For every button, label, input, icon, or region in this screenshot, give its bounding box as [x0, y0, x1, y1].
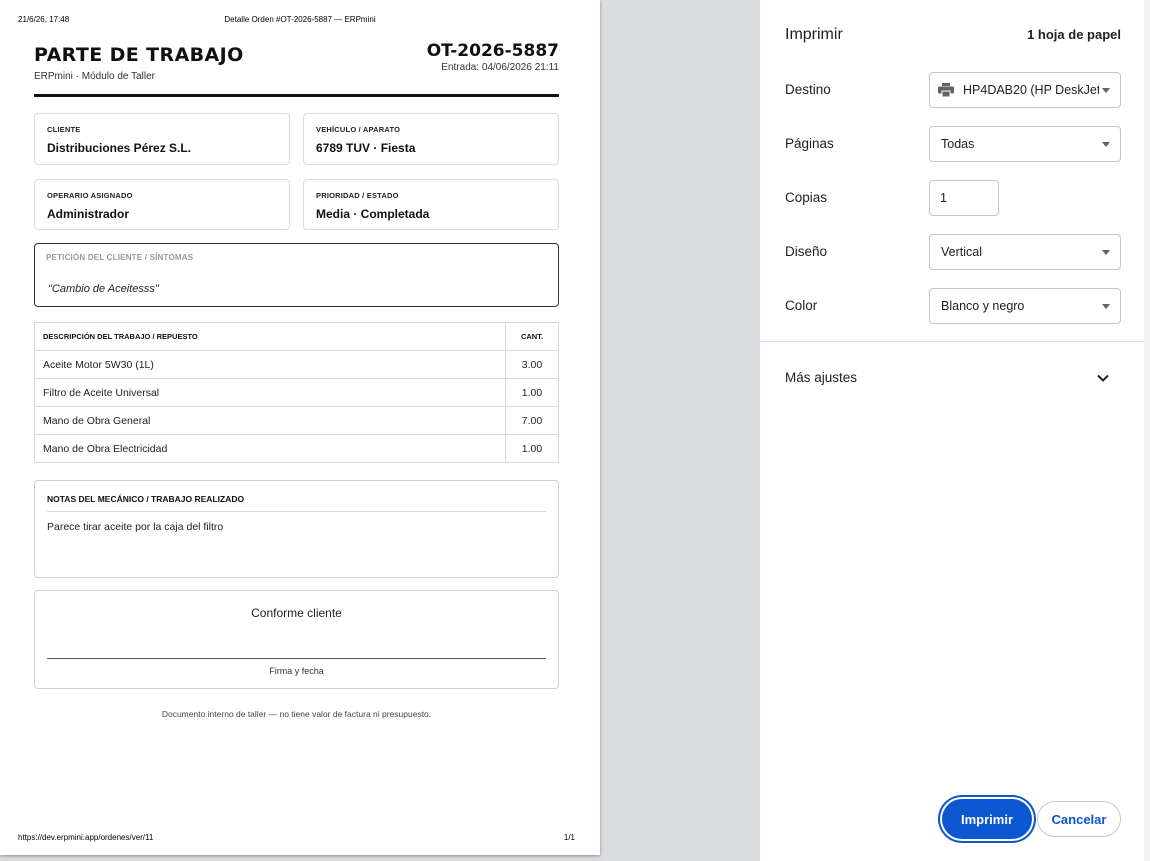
item-quantity: 3.00 [505, 350, 559, 379]
operator-label: OPERARIO ASIGNADO [47, 191, 133, 200]
cancel-button[interactable]: Cancelar [1037, 801, 1121, 837]
destination-select[interactable]: HP4DAB20 (HP DeskJet [929, 72, 1121, 108]
description-header: DESCRIPCIÓN DEL TRABAJO / REPUESTO [34, 322, 506, 351]
document-subtitle: ERPmini · Módulo de Taller [34, 71, 155, 82]
print-button[interactable]: Imprimir [942, 799, 1032, 839]
signature-line [47, 658, 546, 659]
vehicle-value: 6789 TUV · Fiesta [316, 141, 416, 155]
footer-url: https://dev.erpmini.app/ordenes/ver/11 [18, 833, 154, 842]
item-quantity: 1.00 [505, 378, 559, 407]
header-divider [34, 94, 559, 97]
operator-value: Administrador [47, 207, 130, 221]
table-row: Aceite Motor 5W30 (1L) 3.00 [34, 350, 559, 379]
layout-value: Vertical [941, 245, 982, 259]
sheet-count: 1 hoja de papel [1027, 27, 1121, 42]
item-description: Filtro de Aceite Universal [34, 378, 506, 407]
table-header-row: DESCRIPCIÓN DEL TRABAJO / REPUESTO CANT. [34, 322, 559, 351]
item-description: Mano de Obra General [34, 406, 506, 435]
notes-label: NOTAS DEL MECÁNICO / TRABAJO REALIZADO [47, 494, 245, 504]
color-value: Blanco y negro [941, 299, 1025, 313]
copies-label: Copias [785, 190, 828, 205]
client-value: Distribuciones Pérez S.L. [47, 141, 192, 155]
pages-select[interactable]: Todas [929, 126, 1121, 162]
expand-chevron-icon[interactable] [1096, 371, 1110, 385]
mechanic-notes-box: NOTAS DEL MECÁNICO / TRABAJO REALIZADO P… [34, 480, 559, 578]
request-text: "Cambio de Aceitesss" [48, 283, 159, 295]
chevron-down-icon [1102, 142, 1110, 147]
color-label: Color [785, 298, 818, 313]
pages-label: Páginas [785, 136, 834, 151]
client-label: CLIENTE [47, 125, 81, 134]
operator-card: OPERARIO ASIGNADO Administrador [34, 179, 290, 230]
preview-page: 21/6/26, 17:48 Detalle Orden #OT-2026-58… [0, 0, 600, 855]
priority-card: PRIORIDAD / ESTADO Media · Completada [303, 179, 559, 230]
header-page-title: Detalle Orden #OT-2026-5887 — ERPmini [224, 15, 376, 24]
customer-request-box: PETICIÓN DEL CLIENTE / SÍNTOMAS "Cambio … [34, 243, 559, 307]
destination-value: HP4DAB20 (HP DeskJet [963, 83, 1099, 97]
item-description: Aceite Motor 5W30 (1L) [34, 350, 506, 379]
chevron-down-icon [1102, 250, 1110, 255]
chevron-down-icon [1102, 304, 1110, 309]
disclaimer-text: Documento interno de taller — no tiene v… [161, 709, 432, 719]
item-quantity: 1.00 [505, 434, 559, 463]
layout-select[interactable]: Vertical [929, 234, 1121, 270]
pages-value: Todas [941, 137, 975, 151]
table-row: Mano de Obra Electricidad 1.00 [34, 434, 559, 463]
order-number: OT-2026-5887 [426, 41, 559, 61]
client-card: CLIENTE Distribuciones Pérez S.L. [34, 113, 290, 165]
request-label: PETICIÓN DEL CLIENTE / SÍNTOMAS [46, 253, 194, 262]
layout-label: Diseño [785, 244, 828, 259]
items-table: DESCRIPCIÓN DEL TRABAJO / REPUESTO CANT.… [34, 322, 559, 463]
quantity-header: CANT. [505, 322, 559, 351]
destination-label: Destino [785, 82, 831, 97]
more-settings-toggle[interactable]: Más ajustes [785, 370, 857, 385]
print-preview-area: 21/6/26, 17:48 Detalle Orden #OT-2026-58… [0, 0, 760, 861]
item-description: Mano de Obra Electricidad [34, 434, 506, 463]
priority-value: Media · Completada [316, 207, 430, 221]
color-select[interactable]: Blanco y negro [929, 288, 1121, 324]
signature-title: Conforme cliente [251, 606, 342, 620]
copies-input[interactable]: 1 [929, 180, 999, 216]
notes-divider [47, 511, 546, 512]
chevron-down-icon [1102, 88, 1110, 93]
footer-page-count: 1/1 [563, 833, 575, 842]
document-title: PARTE DE TRABAJO [34, 44, 244, 66]
table-row: Filtro de Aceite Universal 1.00 [34, 378, 559, 407]
notes-text: Parece tirar aceite por la caja del filt… [47, 521, 224, 533]
print-dialog-title: Imprimir [785, 26, 843, 43]
signature-box: Conforme cliente Firma y fecha [34, 590, 559, 689]
priority-label: PRIORIDAD / ESTADO [316, 191, 399, 200]
entry-date: Entrada: 04/06/2026 21:11 [441, 62, 559, 73]
print-settings-panel: Imprimir 1 hoja de papel Destino HP4DAB2… [760, 0, 1150, 861]
table-row: Mano de Obra General 7.00 [34, 406, 559, 435]
vehicle-label: VEHÍCULO / APARATO [316, 125, 401, 134]
panel-scrollbar[interactable] [1144, 0, 1150, 861]
copies-value: 1 [940, 191, 947, 205]
item-quantity: 7.00 [505, 406, 559, 435]
vehicle-card: VEHÍCULO / APARATO 6789 TUV · Fiesta [303, 113, 559, 165]
signature-caption: Firma y fecha [269, 666, 324, 676]
settings-divider [760, 341, 1144, 342]
printer-icon [938, 83, 954, 97]
